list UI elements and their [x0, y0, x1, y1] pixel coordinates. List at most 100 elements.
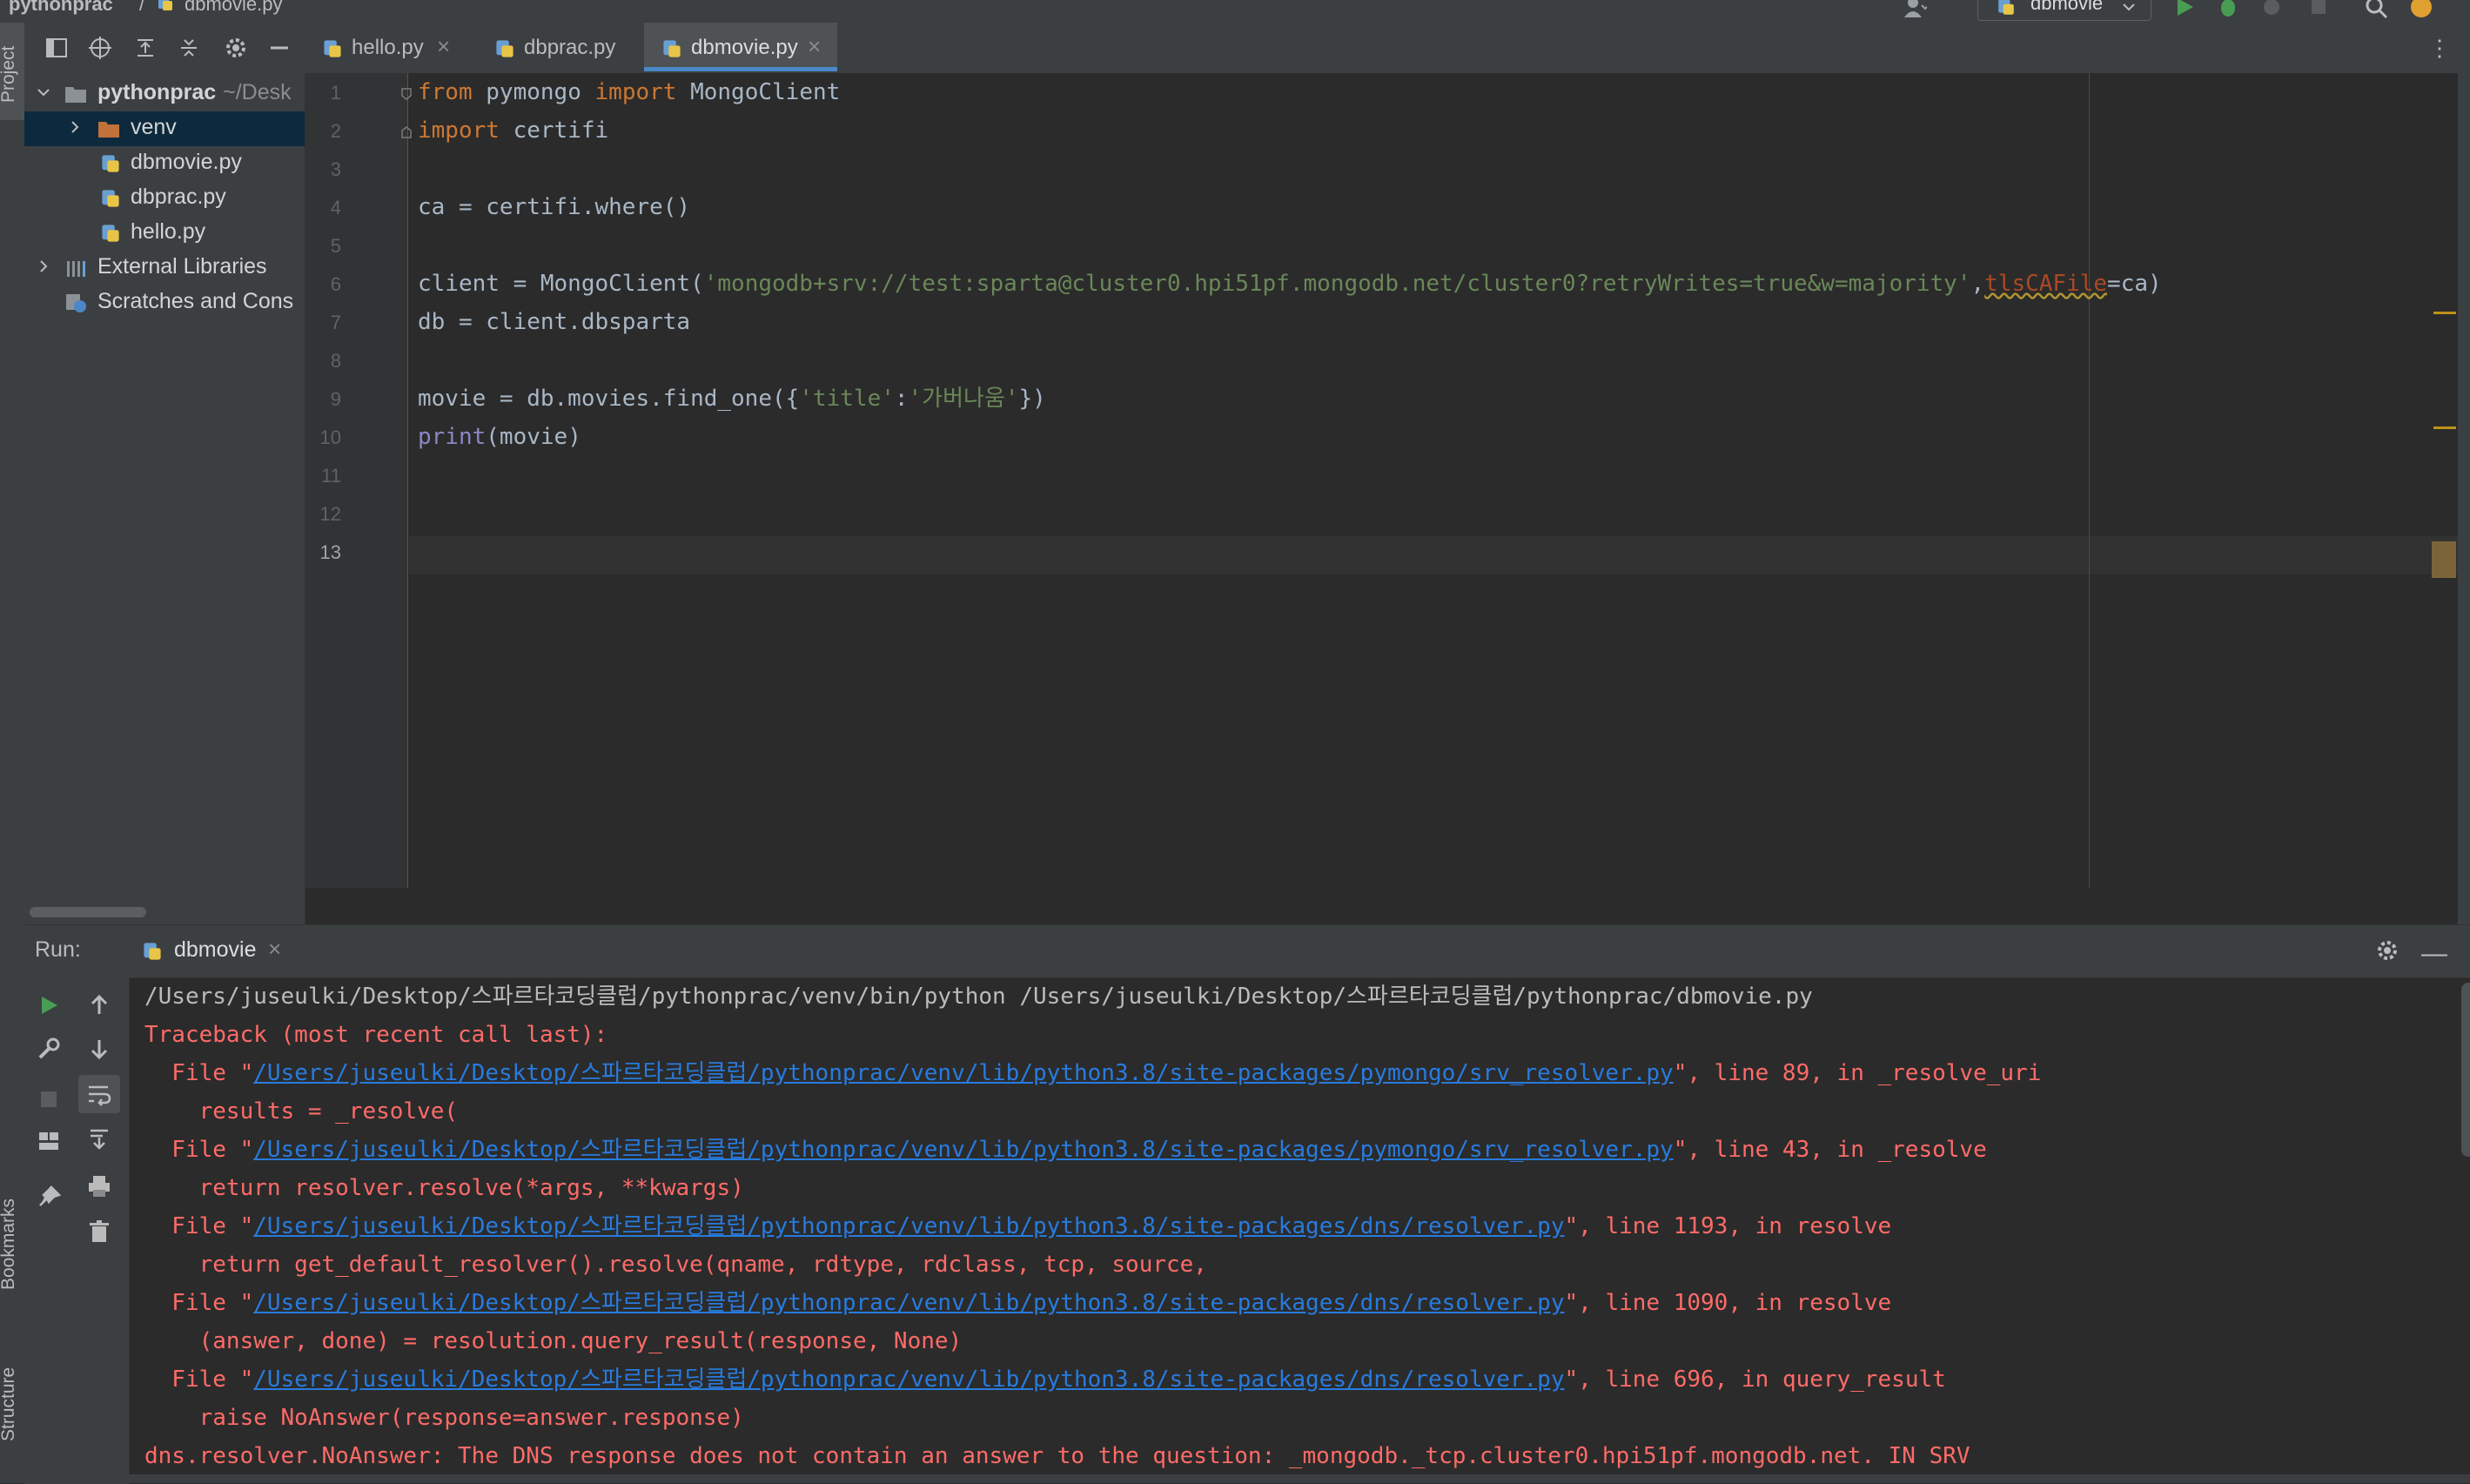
- fold-icon[interactable]: [400, 87, 413, 101]
- project-toolbar: [24, 23, 305, 77]
- tree-item-external-libraries[interactable]: External Libraries: [24, 251, 305, 285]
- more-icon[interactable]: ⋮: [2428, 23, 2451, 73]
- file-link[interactable]: /Users/juseulki/Desktop/스파르타코딩클럽/pythonp…: [253, 1366, 1564, 1393]
- file-link[interactable]: /Users/juseulki/Desktop/스파르타코딩클럽/pythonp…: [253, 1290, 1564, 1316]
- bookmarks-tool-button[interactable]: Bookmarks: [0, 1168, 24, 1316]
- structure-tool-button[interactable]: Structure: [0, 1337, 24, 1467]
- close-icon[interactable]: ×: [808, 33, 821, 60]
- file-link[interactable]: /Users/juseulki/Desktop/스파르타코딩클럽/pythonp…: [253, 1137, 1673, 1163]
- collapse-all-icon[interactable]: [176, 35, 202, 61]
- tab-dbprac-py[interactable]: dbprac.py ×: [477, 23, 802, 71]
- breadcrumb-separator: /: [139, 0, 145, 15]
- tree-item-venv[interactable]: venv: [24, 111, 305, 146]
- user-icon[interactable]: [1903, 0, 1927, 19]
- run-tab-label: dbmovie: [174, 937, 257, 962]
- stop-icon[interactable]: [2306, 0, 2331, 19]
- project-panel: pythonprac ~/Desk venv dbmovie.py dbprac.…: [24, 23, 305, 924]
- run-toolbar: [24, 977, 130, 1484]
- console-scrollbar[interactable]: [2461, 983, 2470, 1157]
- error-stripe-current[interactable]: [2432, 541, 2456, 578]
- trash-icon[interactable]: [85, 1218, 113, 1246]
- horizontal-scrollbar[interactable]: [30, 907, 146, 917]
- wrench-icon[interactable]: [35, 1035, 63, 1063]
- tab-dbmovie-py[interactable]: dbmovie.py ×: [644, 23, 837, 71]
- python-file-icon: [496, 40, 513, 57]
- code-editor[interactable]: 1 2 3 4 5 6 7 8 9 10 11 12 13 from pymon…: [305, 73, 2458, 888]
- tab-label: dbprac.py: [524, 36, 616, 59]
- file-link[interactable]: /Users/juseulki/Desktop/스파르타코딩클럽/pythonp…: [253, 1213, 1564, 1239]
- stop-icon[interactable]: [35, 1085, 63, 1113]
- library-icon: [67, 261, 85, 277]
- tree-item-label: dbmovie.py: [131, 150, 242, 174]
- gear-icon[interactable]: [2374, 937, 2400, 964]
- debug-icon[interactable]: [2216, 0, 2240, 19]
- file-link[interactable]: /Users/juseulki/Desktop/스파르타코딩클럽/pythonp…: [253, 1060, 1673, 1086]
- bookmarks-tool-label: Bookmarks: [0, 1198, 18, 1290]
- structure-tool-label: Structure: [0, 1366, 18, 1441]
- tree-item-scratches[interactable]: Scratches and Cons: [24, 285, 305, 320]
- error-stripe-mark[interactable]: [2433, 312, 2456, 314]
- coverage-icon[interactable]: [2259, 0, 2284, 19]
- locate-icon[interactable]: [87, 35, 113, 61]
- python-file-icon: [324, 40, 341, 57]
- run-title: Run:: [35, 937, 81, 962]
- print-icon[interactable]: [85, 1172, 113, 1200]
- pin-icon[interactable]: [35, 1183, 63, 1211]
- folder-icon: [98, 122, 119, 138]
- console-command-line: /Users/juseulki/Desktop/스파르타코딩클럽/pythonp…: [144, 984, 1813, 1010]
- project-tool-button[interactable]: Project: [0, 23, 24, 120]
- line-number: 3: [330, 158, 341, 180]
- scroll-to-end-icon[interactable]: [85, 1125, 113, 1153]
- tree-item-label: External Libraries: [97, 254, 267, 279]
- traceback-frame: File "/Users/juseulki/Desktop/스파르타코딩클럽/p…: [144, 1290, 1892, 1316]
- minimize-icon[interactable]: [266, 35, 292, 61]
- tab-label: hello.py: [352, 36, 424, 59]
- project-tool-label: Project: [0, 45, 18, 103]
- tab-hello-py[interactable]: hello.py ×: [305, 23, 461, 71]
- updates-icon[interactable]: [2409, 0, 2433, 19]
- tab-label: dbmovie.py: [691, 36, 798, 59]
- line-number: 6: [330, 273, 341, 295]
- error-stripe-mark[interactable]: [2433, 426, 2456, 429]
- arrow-up-icon[interactable]: [85, 991, 113, 1019]
- search-icon[interactable]: [2364, 0, 2388, 19]
- gear-icon[interactable]: [223, 35, 249, 61]
- tree-item-dbmovie[interactable]: dbmovie.py: [24, 146, 305, 181]
- run-tab-dbmovie[interactable]: dbmovie ×: [111, 925, 303, 977]
- chevron-down-icon: [37, 89, 50, 97]
- console-output[interactable]: /Users/juseulki/Desktop/스파르타코딩클럽/pythonp…: [144, 977, 2460, 1484]
- tree-item-dbprac[interactable]: dbprac.py: [24, 181, 305, 216]
- layout-icon[interactable]: [35, 1127, 63, 1155]
- wrap-icon: [89, 1085, 111, 1106]
- code-line-4: ca = certifi.where(): [418, 194, 691, 220]
- traceback-frame: File "/Users/juseulki/Desktop/스파르타코딩클럽/p…: [144, 1137, 1987, 1163]
- chevron-down-icon: [2123, 3, 2135, 11]
- code-line-10: print(movie): [418, 424, 581, 450]
- fold-icon[interactable]: [400, 125, 413, 139]
- vertical-scrollbar[interactable]: [2458, 23, 2470, 937]
- arrow-down-icon[interactable]: [85, 1035, 113, 1063]
- wrap-toggle[interactable]: [78, 1075, 120, 1113]
- breadcrumb-project[interactable]: pythonprac: [9, 0, 113, 16]
- code-line-9: movie = db.movies.find_one({'title':'가버나…: [418, 386, 1046, 412]
- minimize-icon[interactable]: —: [2421, 939, 2447, 969]
- tree-item-project-root[interactable]: pythonprac ~/Desk: [24, 77, 305, 111]
- expand-all-icon[interactable]: [132, 35, 158, 61]
- traceback-header: Traceback (most recent call last):: [144, 1022, 608, 1048]
- close-icon[interactable]: ×: [268, 936, 281, 963]
- code-line-6: client = MongoClient('mongodb+srv://test…: [418, 271, 2162, 297]
- chevron-right-icon: [40, 260, 48, 272]
- tree-item-hello[interactable]: hello.py: [24, 216, 305, 251]
- python-file-icon: [102, 190, 119, 207]
- scratches-icon: [66, 294, 86, 312]
- close-icon[interactable]: ×: [437, 33, 450, 60]
- run-configuration-dropdown[interactable]: dbmovie: [1977, 0, 2151, 21]
- run-icon[interactable]: [2172, 0, 2197, 19]
- traceback-frame: File "/Users/juseulki/Desktop/스파르타코딩클럽/p…: [144, 1060, 2042, 1086]
- line-number: 9: [330, 388, 341, 410]
- layout-icon[interactable]: [44, 35, 70, 61]
- code-line-2: import certifi: [418, 118, 609, 144]
- tree-item-label: dbprac.py: [131, 185, 226, 209]
- breadcrumb-file[interactable]: dbmovie.py: [185, 0, 283, 16]
- rerun-icon[interactable]: [35, 991, 63, 1019]
